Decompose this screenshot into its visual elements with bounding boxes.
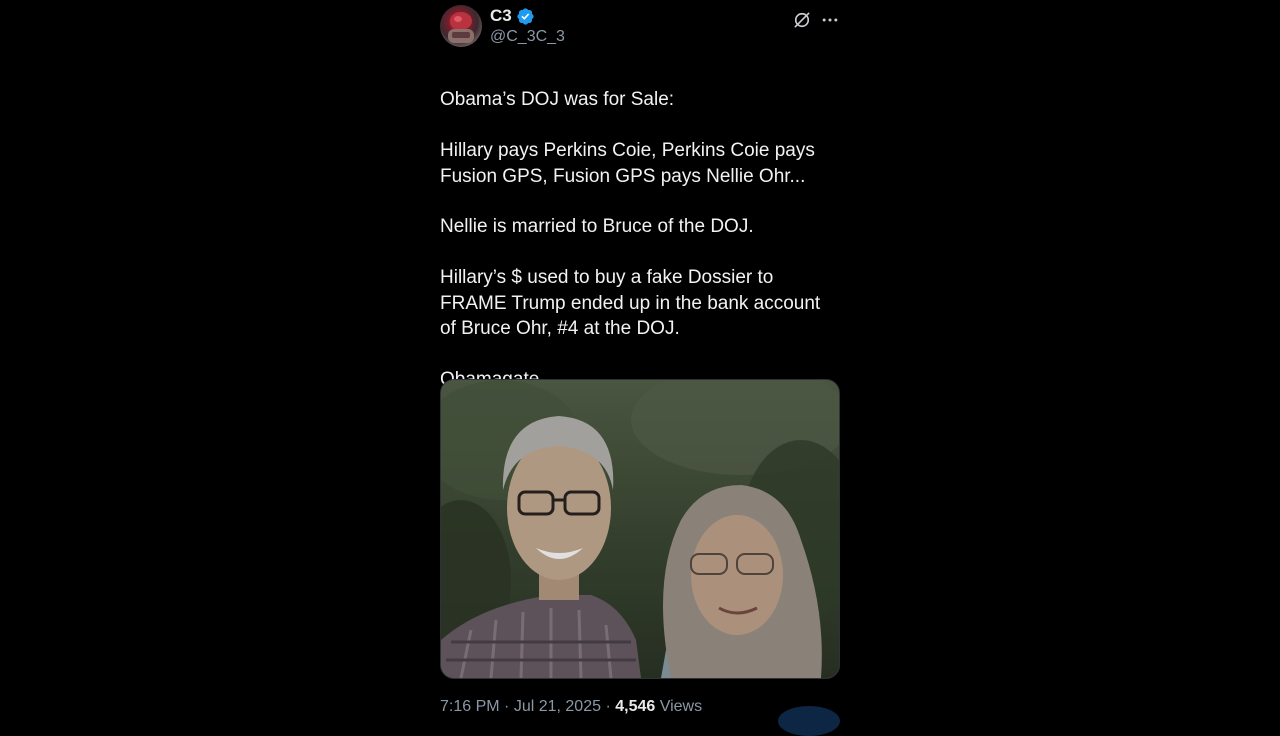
author-handle[interactable]: @C_3C_3 [490,28,565,46]
tweet-time[interactable]: 7:16 PM [440,698,500,715]
meta-separator: · [601,698,616,715]
views-count: 4,546 [615,698,656,715]
tweet-paragraph: Hillary’s $ used to buy a fake Dossier t… [440,267,826,340]
floating-button-edge[interactable] [778,706,840,736]
tweet-paragraph: Obama’s DOJ was for Sale: [440,89,675,111]
tweet-text: Obama’s DOJ was for Sale: Hillary pays P… [440,62,840,392]
tweet-paragraph: Hillary pays Perkins Coie, Perkins Coie … [440,140,821,187]
verified-badge-icon [516,7,535,26]
meta-separator: · [499,698,514,715]
grok-icon[interactable] [792,10,812,30]
more-icon[interactable] [820,10,840,30]
avatar-image [448,12,474,43]
tweet-date[interactable]: Jul 21, 2025 [514,698,601,715]
tweet: C3 @C_3C_3 Obama’s DOJ was for Sale: Hil… [440,0,840,720]
tweet-photo[interactable] [440,379,840,679]
photo-image [441,380,839,678]
tweet-meta: 7:16 PM · Jul 21, 2025 · 4,546 Views [440,698,702,716]
author-name-row[interactable]: C3 [490,6,535,26]
views-label: Views [655,698,703,715]
tweet-header: C3 @C_3C_3 [440,5,840,49]
tweet-paragraph: Nellie is married to Bruce of the DOJ. [440,216,754,238]
author-avatar[interactable] [440,5,482,47]
author-display-name[interactable]: C3 [490,6,512,26]
